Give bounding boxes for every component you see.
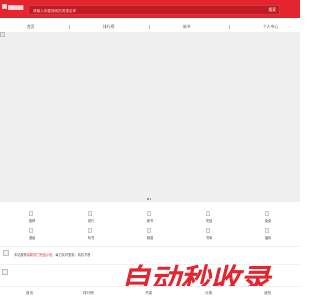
broken-image-icon	[2, 269, 8, 275]
category-icon	[88, 211, 92, 216]
broken-image-icon	[0, 32, 5, 37]
category-icon	[265, 211, 269, 216]
tab-ranking[interactable]: 排行榜	[83, 291, 94, 296]
category-label: 频道	[146, 236, 154, 240]
carousel-indicator	[147, 198, 151, 200]
notice-bar[interactable]: 本站推荐最新热门完结小说，每日实时更新，精彩不断	[0, 249, 300, 261]
category-icon	[265, 228, 269, 233]
category-icon	[206, 211, 210, 216]
category-icon	[206, 228, 210, 233]
search-button[interactable]: 搜索	[268, 7, 276, 14]
category-item[interactable]: 福利	[256, 228, 280, 244]
notice-prefix: 本站推荐	[14, 253, 27, 257]
header-bar: █████ 搜索	[0, 0, 300, 18]
banner-carousel[interactable]	[0, 32, 300, 202]
notice-icon	[3, 250, 9, 256]
carousel-dot[interactable]	[149, 198, 151, 200]
top-nav: 首页 排行榜 新书 个人中心	[0, 22, 300, 32]
category-label: 书单	[205, 236, 213, 240]
category-item[interactable]: 听书	[79, 228, 103, 244]
search-input[interactable]	[33, 7, 263, 14]
category-icon	[29, 228, 33, 233]
tab-category[interactable]: 分类	[205, 291, 212, 296]
category-label: 排行	[87, 219, 95, 223]
category-icon	[147, 211, 151, 216]
category-label: 免费	[264, 219, 272, 223]
nav-item-home[interactable]: 首页	[27, 24, 35, 30]
category-label: 推荐	[28, 219, 36, 223]
category-label: 福利	[264, 236, 272, 240]
category-label: 完结	[205, 219, 213, 223]
notice-suffix: ，每日实时更新，精彩不断	[52, 253, 91, 257]
category-icon	[29, 211, 33, 216]
category-grid: 推荐 排行 新书 完结 免费 漫画 听书 频道 书单 福利	[0, 207, 300, 245]
nav-item-new[interactable]: 新书	[183, 24, 191, 30]
category-item[interactable]: 漫画	[20, 228, 44, 244]
search-box: 搜索	[28, 5, 280, 15]
category-item[interactable]: 排行	[79, 211, 103, 227]
nav-separator	[229, 25, 230, 29]
section-divider	[0, 246, 300, 247]
tab-home[interactable]: 首页	[26, 291, 33, 296]
notice-highlight[interactable]: 最新热门完结小说	[27, 253, 53, 257]
category-item[interactable]: 推荐	[20, 211, 44, 227]
category-item[interactable]: 书单	[197, 228, 221, 244]
tab-bookshelf[interactable]: 书架	[145, 291, 152, 296]
logo-text: █████	[8, 5, 24, 10]
notice-text: 本站推荐最新热门完结小说，每日实时更新，精彩不断	[14, 252, 91, 257]
category-label: 听书	[87, 236, 95, 240]
category-item[interactable]: 频道	[138, 228, 162, 244]
tab-mine[interactable]: 我的	[264, 291, 271, 296]
nav-item-user-center[interactable]: 个人中心	[263, 24, 278, 30]
category-item[interactable]: 新书	[138, 211, 162, 227]
nav-item-ranking[interactable]: 排行榜	[103, 24, 114, 30]
category-item[interactable]: 免费	[256, 211, 280, 227]
category-icon	[147, 228, 151, 233]
category-label: 漫画	[28, 236, 36, 240]
site-logo[interactable]: █████	[2, 4, 26, 13]
nav-separator	[69, 25, 70, 29]
nav-separator	[149, 25, 150, 29]
broken-image-icon	[2, 4, 7, 9]
category-icon	[88, 228, 92, 233]
carousel-dot[interactable]	[147, 198, 149, 200]
bottom-tab-bar: 首页 排行榜 书架 分类 我的	[0, 286, 300, 300]
category-item[interactable]: 完结	[197, 211, 221, 227]
category-label: 新书	[146, 219, 154, 223]
